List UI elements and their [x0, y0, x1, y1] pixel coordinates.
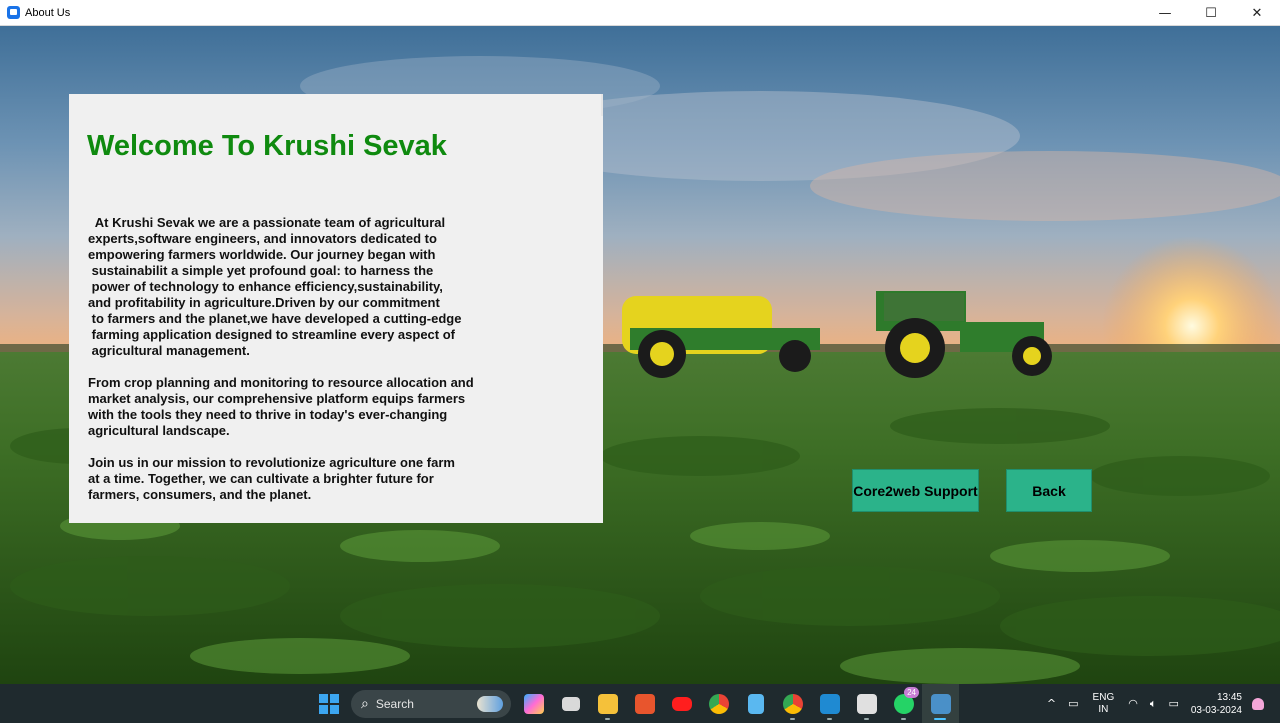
- start-button[interactable]: [310, 684, 347, 723]
- chrome-profile-app[interactable]: [774, 684, 811, 723]
- core2web-support-button[interactable]: Core2web Support: [852, 469, 979, 512]
- notification-bell-icon[interactable]: [1252, 697, 1264, 710]
- about-card: Welcome To Krushi Sevak At Krushi Sevak …: [69, 94, 603, 523]
- taskbar-apps: ⌕ Search 24: [310, 684, 959, 723]
- youtube-icon: [671, 696, 692, 711]
- file-explorer-app[interactable]: [589, 684, 626, 723]
- card-edge: [601, 94, 603, 116]
- window-titlebar: About Us — ☐ ✕: [0, 0, 1280, 26]
- taskbar: ⌕ Search 24 ^ ▭ ENG IN ◠ 🔈︎ ▭ 13:45 03-0…: [0, 684, 1280, 723]
- language-code: ENG: [1092, 691, 1115, 703]
- taskbar-search[interactable]: ⌕ Search: [351, 689, 511, 718]
- maximize-button[interactable]: ☐: [1188, 0, 1234, 26]
- clock[interactable]: 13:45 03-03-2024: [1191, 691, 1242, 717]
- windows-logo-icon: [318, 693, 339, 714]
- minimize-button[interactable]: —: [1142, 0, 1188, 26]
- java-app-icon: [930, 693, 951, 714]
- clock-time: 13:45: [1216, 691, 1242, 703]
- search-label: Search: [375, 696, 414, 711]
- chrome-app[interactable]: [700, 684, 737, 723]
- region-code: IN: [1098, 703, 1109, 715]
- page-title: Welcome To Krushi Sevak: [87, 130, 447, 162]
- calendar-app[interactable]: [626, 684, 663, 723]
- search-icon: ⌕: [361, 695, 369, 712]
- window-title: About Us: [25, 6, 71, 19]
- task-view-icon: [561, 696, 580, 711]
- wifi-icon[interactable]: ◠: [1128, 697, 1138, 710]
- search-highlight-icon: [477, 695, 503, 712]
- snipping-tool-icon: [856, 693, 877, 714]
- notepad-app[interactable]: [737, 684, 774, 723]
- notepad-icon: [747, 693, 764, 714]
- youtube-app[interactable]: [663, 684, 700, 723]
- window-controls: — ☐ ✕: [1142, 0, 1280, 26]
- volume-icon[interactable]: 🔈︎: [1150, 697, 1157, 711]
- chrome-profile-icon: [782, 693, 803, 714]
- folder-icon: [597, 693, 618, 714]
- whatsapp-app[interactable]: 24: [885, 684, 922, 723]
- about-description: At Krushi Sevak we are a passionate team…: [88, 215, 474, 502]
- java-app-active[interactable]: [922, 684, 959, 723]
- vscode-icon: [819, 693, 840, 714]
- calendar-icon: [634, 693, 655, 714]
- copilot-icon: [523, 693, 544, 714]
- back-button[interactable]: Back: [1006, 469, 1092, 512]
- copilot-app[interactable]: [515, 684, 552, 723]
- app-icon: [7, 6, 20, 19]
- chevron-up-icon[interactable]: ^: [1047, 697, 1056, 710]
- vscode-app[interactable]: [811, 684, 848, 723]
- chrome-icon: [708, 693, 729, 714]
- task-view-app[interactable]: [552, 684, 589, 723]
- close-button[interactable]: ✕: [1234, 0, 1280, 26]
- whatsapp-badge: 24: [904, 687, 919, 698]
- language-indicator[interactable]: ENG IN: [1093, 692, 1115, 716]
- system-tray: ^ ▭ ENG IN ◠ 🔈︎ ▭ 13:45 03-03-2024: [1041, 684, 1280, 723]
- clock-date: 03-03-2024: [1190, 704, 1242, 716]
- battery-icon[interactable]: ▭: [1168, 697, 1178, 710]
- keyboard-icon[interactable]: ▭: [1068, 697, 1078, 710]
- snipping-tool-app[interactable]: [848, 684, 885, 723]
